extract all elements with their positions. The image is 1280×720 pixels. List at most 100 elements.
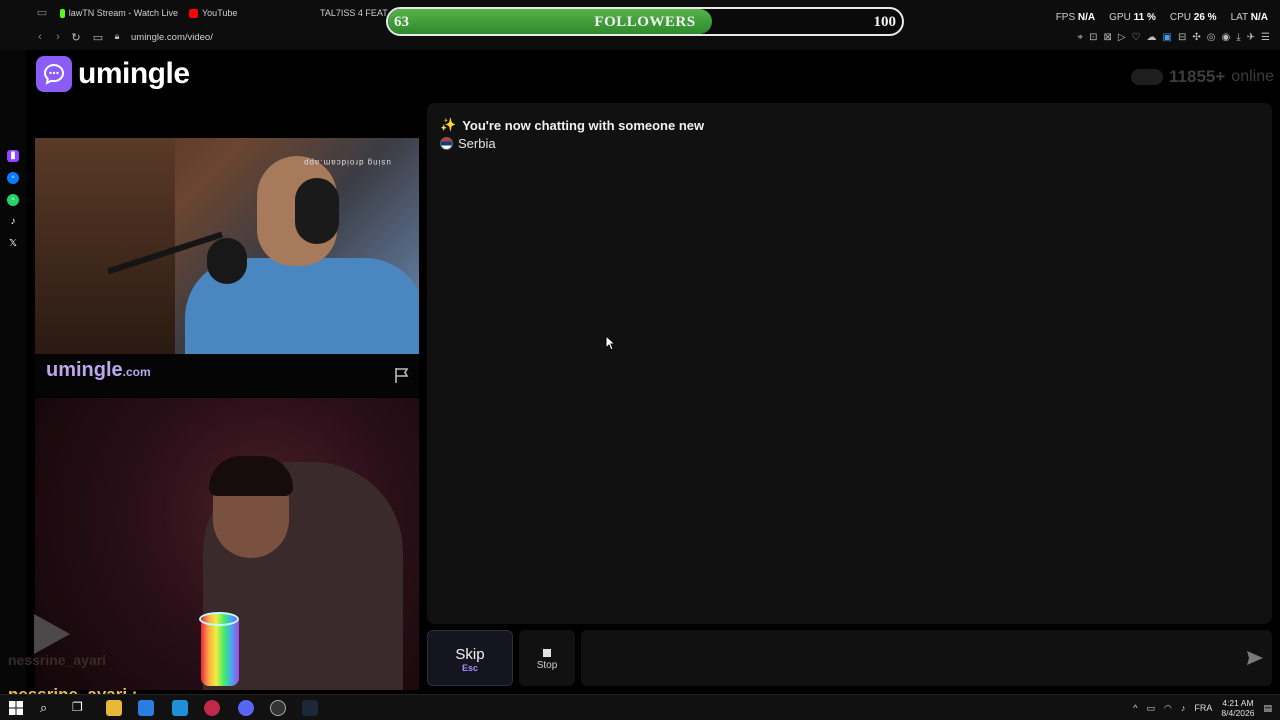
gpu-value: 11 % [1133, 12, 1156, 23]
task-view-icon[interactable]: ❐ [72, 700, 88, 716]
report-flag-icon[interactable] [393, 366, 411, 384]
video-watermark-row: umingle.com [35, 354, 419, 396]
whatsapp-icon[interactable]: ◦ [7, 194, 19, 206]
tab-kick-stream[interactable]: lawTN Stream - Watch Live [60, 6, 178, 20]
tab-label: lawTN Stream - Watch Live [68, 8, 178, 18]
camera-icon[interactable]: ◉ [1221, 32, 1230, 43]
twitch-icon[interactable]: ▮ [7, 150, 19, 162]
sparkles-icon: ✨ [440, 117, 457, 132]
language-indicator[interactable]: FRA [1194, 703, 1212, 713]
stop-icon [543, 649, 551, 657]
umingle-logo[interactable]: umingle [36, 56, 190, 92]
clock-date: 8/4/2026 [1221, 708, 1255, 718]
file-explorer-icon[interactable] [106, 700, 122, 716]
cloud-icon[interactable]: ☁ [1147, 32, 1157, 43]
extension-icon[interactable]: ▣ [1163, 32, 1172, 43]
system-message-text: You're now chatting with someone new [462, 117, 705, 133]
skip-shortcut: Esc [461, 663, 478, 673]
block-icon[interactable]: ⊠ [1103, 32, 1111, 43]
pin-icon[interactable]: ⌖ [1077, 32, 1083, 43]
heart-icon[interactable]: ♡ [1132, 32, 1141, 43]
messenger-icon[interactable]: ◦ [7, 172, 19, 184]
chat-panel: ✨ You're now chatting with someone new S… [427, 103, 1272, 624]
stop-label: Stop [536, 660, 558, 671]
gpu-label: GPU [1109, 12, 1131, 23]
puzzle-icon[interactable]: ✣ [1192, 32, 1200, 43]
opera-gx-icon[interactable] [204, 700, 220, 716]
discord-icon[interactable] [238, 700, 254, 716]
microphone [207, 238, 247, 284]
country-name: Serbia [458, 136, 496, 151]
serbia-flag-icon [440, 137, 453, 150]
forward-icon[interactable]: › [51, 31, 65, 43]
notifications-icon[interactable]: ▤ [1263, 703, 1272, 714]
fps-label: FPS [1055, 12, 1076, 23]
lock-icon[interactable]: 🔒︎ [110, 31, 124, 42]
lat-stat: LAT N/A [1231, 12, 1268, 23]
lat-label: LAT [1230, 12, 1248, 23]
system-tray: ^ ▭ ◠ ♪ FRA 4:21 AM 8/4/2026 ▤ [1133, 698, 1272, 718]
cpu-label: CPU [1169, 12, 1191, 23]
person-hair [209, 456, 293, 496]
volume-icon[interactable]: ♪ [1181, 703, 1186, 713]
skip-button[interactable]: Skip Esc [427, 630, 513, 686]
chat-bubble-icon [36, 56, 72, 92]
system-message: ✨ You're now chatting with someone new [440, 117, 704, 133]
screenshot-icon[interactable]: ⊡ [1089, 32, 1097, 43]
mail-icon[interactable] [172, 700, 188, 716]
search-icon[interactable]: ⌕ [40, 700, 56, 716]
tab-label: YouTube [202, 8, 238, 18]
play-icon[interactable]: ▷ [1118, 32, 1126, 43]
camera-icon[interactable]: ▭ [91, 31, 105, 44]
mouse-cursor-icon [605, 335, 615, 351]
tab-youtube-video[interactable]: TAL7ISS 4 FEAT... [316, 6, 390, 20]
logo-text: umingle [78, 57, 190, 90]
download-icon[interactable]: ⤓ [1236, 32, 1240, 43]
obs-icon[interactable] [270, 700, 286, 716]
store-icon[interactable] [138, 700, 154, 716]
x-icon[interactable]: 𝕏 [7, 238, 19, 250]
wallet-icon[interactable]: ⊟ [1178, 32, 1186, 43]
url-field[interactable]: umingle.com/video/ [131, 32, 213, 43]
windows-taskbar: ⌕ ❐ ^ ▭ ◠ ♪ FRA 4:21 AM 8/4/2026 ▤ [0, 694, 1280, 720]
cpu-stat: CPU 26 % [1170, 12, 1217, 23]
reload-icon[interactable]: ↻ [69, 31, 83, 44]
watermark-brand: umingle [46, 359, 123, 381]
gpu-stat: GPU 11 % [1109, 12, 1156, 23]
extension-toolbar: ⌖ ⊡ ⊠ ▷ ♡ ☁ ▣ ⊟ ✣ ◎ ◉ ⤓ ✈ ☰ [1077, 32, 1270, 43]
tab-label: TAL7ISS 4 FEAT... [320, 8, 390, 18]
remote-video: using droidcam.app [35, 138, 419, 354]
vpn-icon[interactable]: ◎ [1207, 32, 1216, 43]
windows-start-icon[interactable] [8, 700, 24, 716]
clock-time: 4:21 AM [1222, 698, 1254, 708]
play-icon [34, 614, 70, 654]
browser-sidebar: ▮ ◦ ◦ ♪ 𝕏 [0, 50, 26, 694]
clock[interactable]: 4:21 AM 8/4/2026 [1221, 698, 1254, 718]
followers-goal-bar: 63 FOLLOWERS 100 [386, 7, 904, 36]
wifi-icon[interactable]: ◠ [1164, 703, 1172, 714]
menu-icon[interactable]: ☰ [1261, 32, 1270, 43]
tiktok-icon[interactable]: ♪ [7, 216, 19, 228]
droidcam-watermark: using droidcam.app [303, 158, 391, 167]
stop-button[interactable]: Stop [519, 630, 575, 686]
online-label: online [1231, 68, 1274, 85]
umingle-watermark: umingle.com [46, 359, 151, 382]
partner-country: Serbia [440, 136, 496, 151]
fps-stat: FPS N/A [1056, 12, 1095, 23]
cpu-value: 26 % [1193, 12, 1217, 23]
online-toggle[interactable] [1131, 69, 1164, 85]
online-count: 11855+ [1169, 67, 1226, 86]
watermark-domain: .com [122, 365, 151, 379]
back-icon[interactable]: ‹ [33, 31, 47, 43]
steam-icon[interactable] [302, 700, 318, 716]
tab-youtube[interactable]: YouTube [189, 6, 269, 20]
local-video [35, 398, 419, 690]
tab-overview-icon[interactable]: ▭ [35, 6, 49, 19]
rgb-lamp-ring [199, 612, 239, 626]
message-input[interactable] [581, 630, 1272, 686]
video-background [35, 138, 175, 354]
chevron-up-icon[interactable]: ^ [1133, 703, 1137, 713]
send-icon[interactable] [1246, 650, 1264, 666]
network-icon[interactable]: ▭ [1147, 703, 1156, 714]
ai-icon[interactable]: ✈ [1247, 32, 1255, 43]
